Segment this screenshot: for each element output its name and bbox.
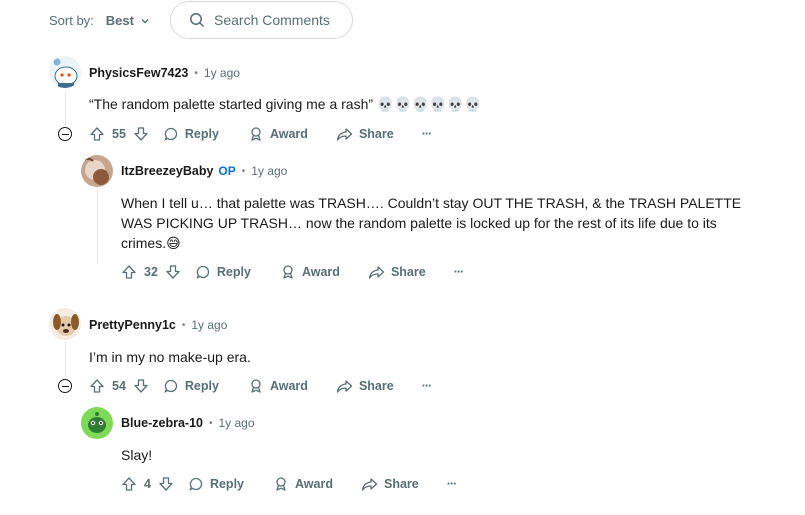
- thread-line: [97, 188, 98, 264]
- timestamp[interactable]: 1y ago: [204, 66, 240, 80]
- upvote-icon[interactable]: [121, 264, 137, 280]
- comment-body: Slay!: [121, 447, 153, 463]
- more-options-button[interactable]: ···: [454, 265, 464, 279]
- upvote-icon[interactable]: [89, 378, 105, 394]
- award-button[interactable]: Award: [273, 476, 333, 492]
- separator-dot: •: [241, 165, 246, 177]
- downvote-icon[interactable]: [133, 126, 149, 142]
- downvote-icon[interactable]: [158, 476, 174, 492]
- comment-meta: PrettyPenny1c • 1y ago: [89, 316, 227, 334]
- separator-dot: •: [181, 319, 186, 331]
- comment-bubble-icon: [196, 265, 209, 279]
- timestamp[interactable]: 1y ago: [251, 164, 287, 178]
- reply-button[interactable]: Reply: [195, 264, 251, 280]
- vote-score: 55: [112, 127, 126, 141]
- comment-body: “The random palette started giving me a …: [89, 96, 482, 112]
- search-comments-input[interactable]: Search Comments: [170, 1, 353, 39]
- avatar[interactable]: [49, 308, 81, 340]
- comment-actions: 55 Reply Award Share ···: [89, 122, 432, 146]
- sort-label: Sort by:: [49, 13, 94, 28]
- sort-bar: Sort by: Best: [49, 0, 150, 41]
- award-icon: [276, 477, 286, 491]
- more-options-button[interactable]: ···: [422, 127, 432, 141]
- upvote-icon[interactable]: [121, 476, 137, 492]
- award-icon: [251, 127, 261, 141]
- vote-score: 4: [144, 477, 151, 491]
- reply-button[interactable]: Reply: [163, 378, 219, 394]
- downvote-icon[interactable]: [165, 264, 181, 280]
- timestamp[interactable]: 1y ago: [191, 318, 227, 332]
- award-button[interactable]: Award: [280, 264, 340, 280]
- award-button[interactable]: Award: [248, 378, 308, 394]
- comment-actions: 4 Reply Award Share ···: [121, 472, 457, 496]
- avatar[interactable]: [81, 407, 113, 439]
- username[interactable]: PrettyPenny1c: [89, 318, 176, 332]
- vote-score: 32: [144, 265, 158, 279]
- award-icon: [251, 379, 261, 393]
- collapse-thread-button[interactable]: [58, 379, 72, 393]
- username[interactable]: PhysicsFew7423: [89, 66, 188, 80]
- share-icon: [361, 478, 378, 491]
- comment-body: I’m in my no make-up era.: [89, 349, 251, 365]
- sort-value: Best: [105, 13, 134, 28]
- chevron-down-icon: [141, 18, 149, 23]
- separator-dot: •: [194, 67, 198, 79]
- reply-button[interactable]: Reply: [188, 476, 244, 492]
- op-badge: OP: [218, 164, 236, 178]
- username[interactable]: Blue-zebra-10: [121, 416, 203, 430]
- comment-bubble-icon: [189, 477, 203, 491]
- avatar[interactable]: [81, 155, 113, 187]
- collapse-thread-button[interactable]: [58, 127, 72, 141]
- thread-line: [65, 90, 66, 126]
- more-options-button[interactable]: ···: [422, 379, 432, 393]
- comment-actions: 32 Reply Award Share ···: [121, 260, 464, 284]
- comment-body: When I tell u… that palette was TRASH…. …: [121, 195, 742, 251]
- reply-button[interactable]: Reply: [163, 126, 219, 142]
- search-icon: [190, 13, 205, 28]
- share-button[interactable]: Share: [361, 476, 419, 492]
- award-button[interactable]: Award: [248, 126, 308, 142]
- award-icon: [283, 265, 293, 279]
- share-icon: [368, 266, 385, 279]
- comment-bubble-icon: [164, 379, 177, 393]
- share-icon: [336, 380, 353, 393]
- share-button[interactable]: Share: [336, 378, 394, 394]
- upvote-icon[interactable]: [89, 126, 105, 142]
- vote-score: 54: [112, 379, 126, 393]
- username[interactable]: ItzBreezeyBaby: [121, 164, 213, 178]
- separator-dot: •: [208, 417, 213, 429]
- comment-meta: ItzBreezeyBaby OP • 1y ago: [121, 162, 287, 180]
- downvote-icon[interactable]: [133, 378, 149, 394]
- comment-meta: Blue-zebra-10 • 1y ago: [121, 414, 255, 432]
- comment-meta: PhysicsFew7423 • 1y ago: [89, 64, 240, 82]
- share-icon: [336, 128, 353, 141]
- share-button[interactable]: Share: [336, 126, 394, 142]
- search-placeholder: Search Comments: [214, 12, 330, 28]
- comment-actions: 54 Reply Award Share ···: [89, 374, 432, 398]
- comment-bubble-icon: [164, 127, 177, 141]
- avatar[interactable]: [49, 56, 81, 88]
- share-button[interactable]: Share: [368, 264, 426, 280]
- sort-dropdown[interactable]: Best: [106, 13, 150, 28]
- thread-line: [65, 342, 66, 378]
- timestamp[interactable]: 1y ago: [219, 416, 255, 430]
- more-options-button[interactable]: ···: [447, 477, 457, 491]
